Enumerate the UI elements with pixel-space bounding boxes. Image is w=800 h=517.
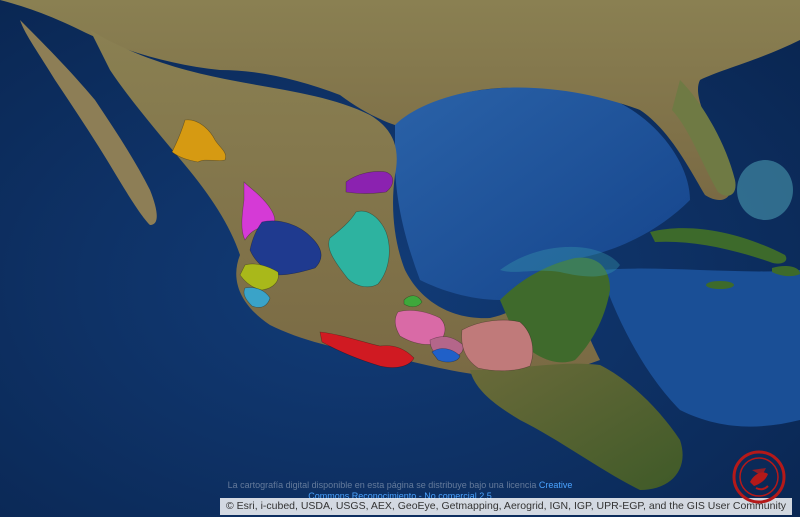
bahamas-shallows: [737, 160, 793, 220]
license-link-creative[interactable]: Creative: [539, 480, 573, 490]
region-chiapas[interactable]: [461, 319, 533, 372]
land-jamaica: [706, 281, 734, 289]
institutional-seal-icon[interactable]: [732, 450, 786, 504]
map-attribution: © Esri, i-cubed, USDA, USGS, AEX, GeoEye…: [220, 498, 792, 515]
map-canvas[interactable]: [0, 0, 800, 517]
license-text: La cartografía digital disponible en est…: [227, 480, 537, 490]
